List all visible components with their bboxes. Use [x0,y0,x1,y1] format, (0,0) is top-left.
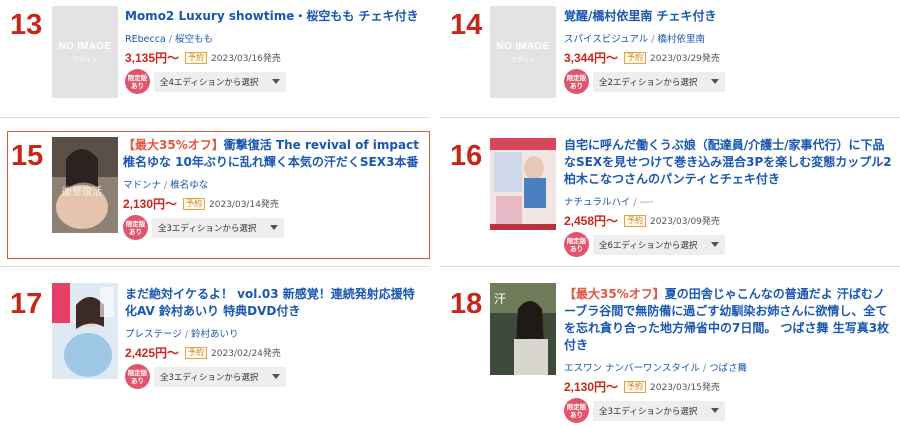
limited-edition-badge: 限定版 あり [564,232,589,257]
ranking-item-highlighted: 15 衝撃復活 【最大35%オフ】衝撃復活 The revival of imp… [7,131,430,259]
row-divider [440,117,900,118]
edition-select[interactable]: 全2エディションから選択 [593,71,725,92]
ranking-item: 14 NO IMAGE アダルト 覚醒/橋村依里南 チェキ付き スパイスビジュア… [440,0,870,116]
limited-edition-badge: 限定版 あり [564,69,589,94]
product-title[interactable]: Momo2 Luxury showtime・桜空もも チェキ付き [125,8,425,25]
edition-select[interactable]: 全3エディションから選択 [152,217,284,238]
edition-select[interactable]: 全3エディションから選択 [593,400,725,421]
reservation-tag: 予約 [185,346,208,359]
maker-link[interactable]: エスワン ナンバーワンスタイル [564,363,700,374]
maker-link[interactable]: プレステージ [125,329,182,340]
product-thumbnail[interactable] [52,283,118,379]
rank-number: 14 [450,9,483,41]
price: 3,135円〜 [125,51,180,65]
svg-text:汗: 汗 [494,292,506,306]
product-thumbnail[interactable]: NO IMAGE アダルト [52,6,118,98]
no-image-label: NO IMAGE [58,40,112,52]
price: 2,130円〜 [564,380,619,394]
ranking-item: 17 まだ絶対イケるよ！ vol.03 新感覚！連続発射応援特化AV 鈴村あいり… [0,277,430,397]
reservation-tag: 予約 [624,51,647,64]
price: 2,425円〜 [125,346,180,360]
release-date: 2023/03/15発売 [650,383,720,393]
reservation-tag: 予約 [185,51,208,64]
cover-image: 衝撃復活 [52,137,118,233]
no-image-sublabel: アダルト [510,56,535,64]
rank-number: 17 [10,288,43,320]
maker-link[interactable]: ナチュラルハイ [564,197,630,208]
reservation-tag: 予約 [624,380,647,393]
product-thumbnail[interactable]: NO IMAGE アダルト [490,6,556,98]
reservation-tag: 予約 [183,197,206,210]
ranking-item: 16 自宅に呼んだ働くうぶ娘（配達員/介護士/家事代行）に下品なSEXを見せつけ… [440,132,900,262]
product-title[interactable]: 【最大35%オフ】衝撃復活 The revival of impact 椎名ゆな… [123,137,426,171]
edition-select[interactable]: 全4エディションから選択 [154,71,286,92]
ranking-item: 18 汗 【最大35%オフ】夏の田舎じゃこんなの普通だよ 汗ばむノーブラ谷間で無… [440,277,900,423]
rank-number: 15 [11,140,44,172]
product-title[interactable]: 自宅に呼んだ働くうぶ娘（配達員/介護士/家事代行）に下品なSEXを見せつけて巻き… [564,137,894,188]
chevron-down-icon [272,79,280,84]
product-thumbnail[interactable]: 衝撃復活 [52,137,118,233]
chevron-down-icon [711,79,719,84]
cover-image [490,138,556,230]
chevron-down-icon [711,242,719,247]
cover-image [52,283,118,379]
actress-link[interactable]: つばさ舞 [709,363,747,374]
reservation-tag: 予約 [624,214,647,227]
limited-edition-badge: 限定版 あり [125,69,150,94]
chevron-down-icon [711,408,719,413]
row-divider [440,266,900,267]
product-thumbnail[interactable]: 汗 [490,283,556,375]
no-image-sublabel: アダルト [72,56,97,64]
row-divider [0,266,430,267]
rank-number: 16 [450,140,483,172]
rank-number: 13 [10,9,43,41]
ranking-item: 13 NO IMAGE アダルト Momo2 Luxury showtime・桜… [0,0,430,116]
product-title[interactable]: まだ絶対イケるよ！ vol.03 新感覚！連続発射応援特化AV 鈴村あいり 特典… [125,286,425,320]
actress-link[interactable]: 橋村依里南 [657,34,705,45]
maker-link[interactable]: マドンナ [123,180,161,191]
limited-edition-badge: 限定版 あり [125,364,150,389]
release-date: 2023/03/09発売 [650,217,720,227]
release-date: 2023/03/14発売 [209,200,279,210]
no-image-label: NO IMAGE [496,40,550,52]
price: 2,458円〜 [564,214,619,228]
price: 2,130円〜 [123,197,178,211]
maker-link[interactable]: スパイスビジュアル [564,34,648,45]
actress-link: ---- [639,197,654,208]
cover-image: 汗 [490,283,556,375]
product-thumbnail[interactable] [490,138,556,230]
release-date: 2023/02/24発売 [211,349,281,359]
chevron-down-icon [270,225,278,230]
actress-link[interactable]: 鈴村あいり [191,329,239,340]
product-title[interactable]: 【最大35%オフ】夏の田舎じゃこんなの普通だよ 汗ばむノーブラ谷間で無防備に過ご… [564,286,894,354]
limited-edition-badge: 限定版 あり [123,215,148,240]
svg-text:衝撃復活: 衝撃復活 [62,185,102,198]
release-date: 2023/03/29発売 [650,54,720,64]
row-divider [0,117,430,118]
edition-select[interactable]: 全6エディションから選択 [593,234,725,255]
release-date: 2023/03/16発売 [211,54,281,64]
limited-edition-badge: 限定版 あり [564,398,589,423]
actress-link[interactable]: 椎名ゆな [170,180,208,191]
price: 3,344円〜 [564,51,619,65]
product-title[interactable]: 覚醒/橋村依里南 チェキ付き [564,8,884,25]
chevron-down-icon [272,374,280,379]
maker-link[interactable]: REbecca [125,34,166,45]
rank-number: 18 [450,288,483,320]
edition-select[interactable]: 全3エディションから選択 [154,366,286,387]
actress-link[interactable]: 桜空もも [175,34,213,45]
